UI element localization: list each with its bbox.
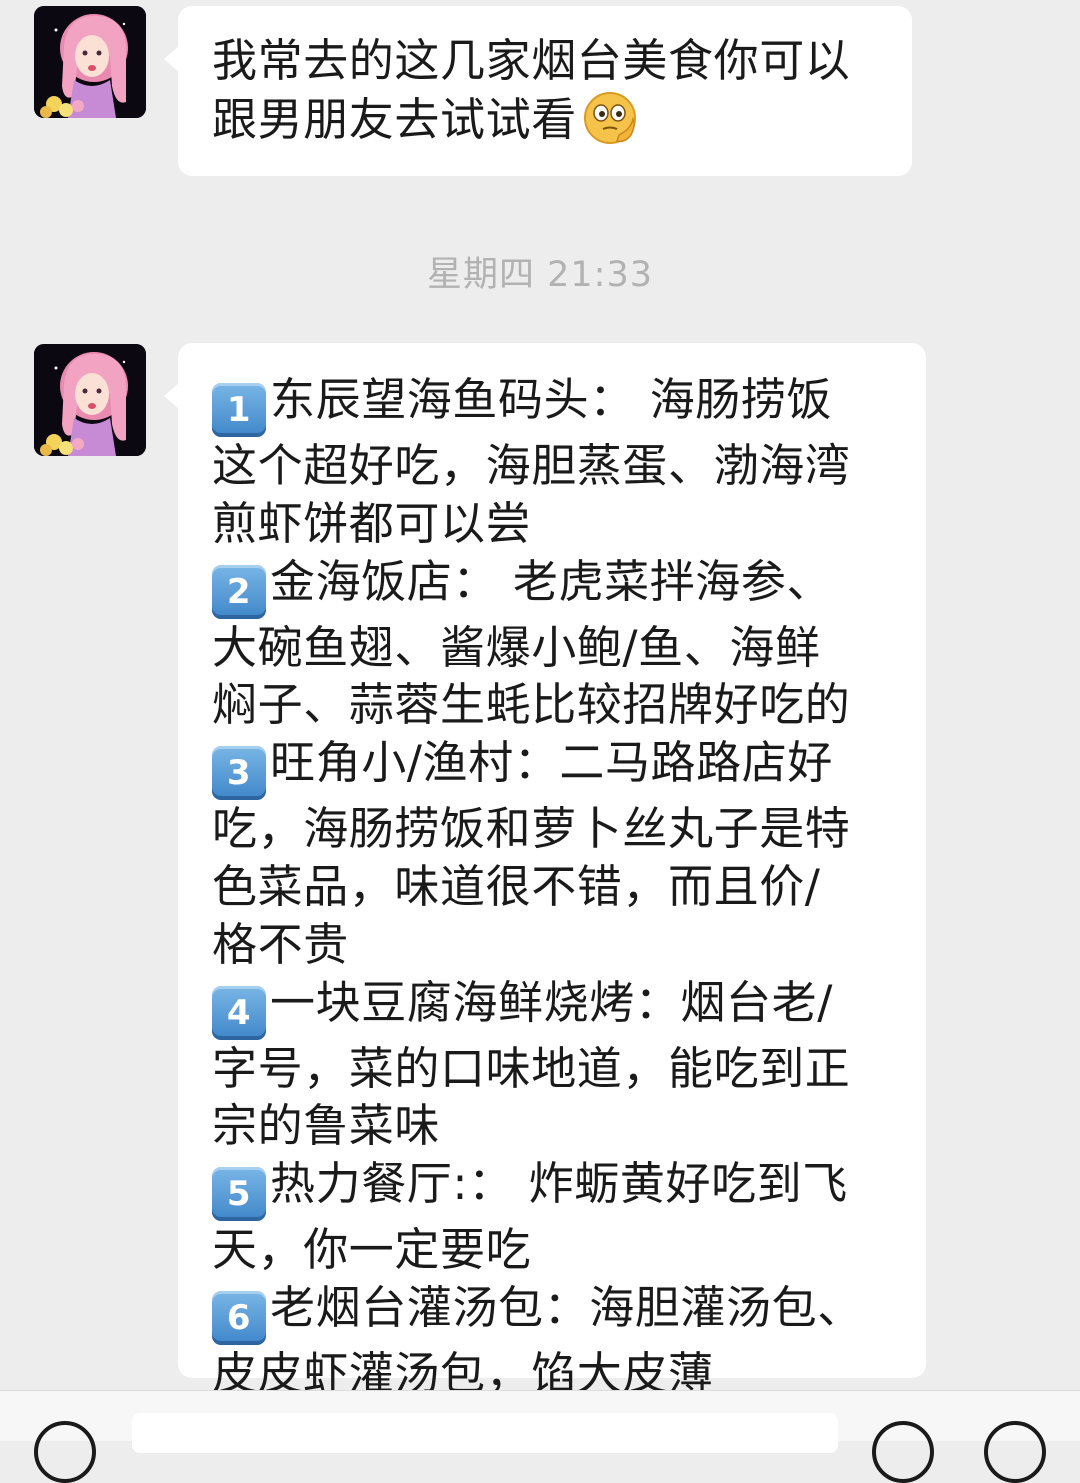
message-line: 格不贵 (212, 917, 349, 971)
plus-icon[interactable] (984, 1421, 1046, 1483)
contact-avatar[interactable] (34, 6, 146, 118)
message-line: 字号，菜的口味地道，能吃到正 (212, 1041, 851, 1095)
message-line: 色菜品，味道很不错，而且价/ (212, 859, 821, 913)
message-bubble[interactable]: 1 东辰望海鱼码头： 海肠捞饭 这个超好吃，海胆蒸蛋、渤海湾 煎虾饼都可以尝 2金… (164, 343, 926, 1400)
message-line: 焖子、蒜蓉生蚝比较招牌好吃的 (212, 678, 851, 732)
message-line: 3 旺角小/渔村：二马路路店好 (212, 734, 904, 801)
message-line: 我常去的这几家烟台美食你可以 (212, 34, 851, 87)
message-line: 宗的鲁菜味 (212, 1099, 441, 1153)
emoji-icon[interactable] (872, 1421, 934, 1483)
keycap-number-icon: 3 (212, 746, 266, 801)
message-line: 4 一块豆腐海鲜烧烤：烟台老/ (212, 974, 904, 1040)
chat-area[interactable]: 我常去的这几家烟台美食你可以 跟男朋友去试试看 星期四 21:33 1 东辰望海鱼… (0, 0, 1080, 1400)
message-line: 跟男朋友去试试看 (212, 89, 882, 148)
keycap-number-icon: 4 (212, 985, 266, 1040)
voice-icon[interactable] (34, 1421, 96, 1483)
contact-avatar[interactable] (34, 344, 146, 456)
message-line: 1 东辰望海鱼码头： 海肠捞饭 (212, 371, 904, 437)
thinking-face-emoji-icon (581, 89, 639, 147)
message-line: 这个超好吃，海胆蒸蛋、渤海湾 (212, 439, 851, 492)
message-line: 5 热力餐厅:： 炸蛎黄好吃到飞 (212, 1155, 904, 1222)
chat-input-bar (0, 1390, 1080, 1483)
message-line: 大碗鱼翅、酱爆小鲍/鱼、海鲜 (212, 620, 821, 674)
keycap-number-icon: 5 (212, 1167, 266, 1222)
keycap-number-icon: 1 (212, 383, 266, 437)
message-input[interactable] (132, 1413, 838, 1453)
keycap-number-icon: 6 (212, 1290, 266, 1345)
keycap-number-icon: 2 (212, 564, 266, 619)
message-line: 吃，海肠捞饭和萝卜丝丸子是特 (212, 802, 851, 856)
message-bubble[interactable]: 我常去的这几家烟台美食你可以 跟男朋友去试试看 (164, 6, 912, 176)
message-line: 煎虾饼都可以尝 (212, 496, 532, 550)
chat-timestamp: 星期四 21:33 (427, 255, 653, 295)
message-line: 2 金海饭店： 老虎菜拌海参、 (212, 553, 904, 619)
message-line: 天，你一定要吃 (212, 1223, 532, 1277)
message-line: 6 老烟台灌汤包：海胆灌汤包、 (212, 1279, 904, 1345)
